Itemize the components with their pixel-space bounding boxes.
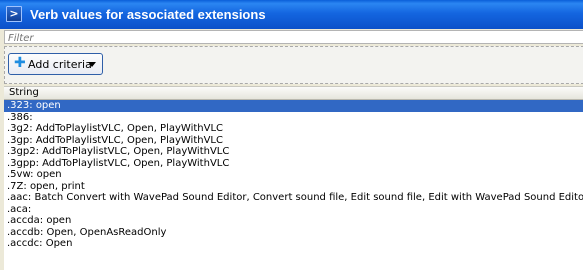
powershell-icon: > bbox=[6, 6, 22, 22]
title-bar: > Verb values for associated extensions bbox=[0, 0, 583, 29]
column-header-label: String bbox=[9, 87, 39, 98]
list-item[interactable]: .accda: open bbox=[4, 215, 583, 227]
list-item[interactable]: .accdb: Open, OpenAsReadOnly bbox=[4, 227, 583, 239]
criteria-panel: ✚ Add criteria bbox=[4, 46, 583, 84]
list-item[interactable]: .386: bbox=[4, 112, 583, 124]
list-item[interactable]: .aca: bbox=[4, 204, 583, 216]
list-item[interactable]: .5vw: open bbox=[4, 169, 583, 181]
window-title: Verb values for associated extensions bbox=[30, 7, 266, 22]
column-header-string[interactable]: String bbox=[4, 86, 583, 100]
list-item[interactable]: .accdc: Open bbox=[4, 238, 583, 250]
list-item[interactable]: .323: open bbox=[4, 100, 583, 112]
list-item[interactable]: .3g2: AddToPlaylistVLC, Open, PlayWithVL… bbox=[4, 123, 583, 135]
results-list[interactable]: .323: open .386: .3g2: AddToPlaylistVLC,… bbox=[4, 100, 583, 270]
add-criteria-button[interactable]: ✚ Add criteria bbox=[8, 53, 103, 75]
list-item[interactable]: .7Z: open, print bbox=[4, 181, 583, 193]
filter-field[interactable] bbox=[4, 30, 583, 45]
list-item[interactable]: .3gpp: AddToPlaylistVLC, Open, PlayWithV… bbox=[4, 158, 583, 170]
list-item[interactable]: .3gp2: AddToPlaylistVLC, Open, PlayWithV… bbox=[4, 146, 583, 158]
add-criteria-label: Add criteria bbox=[28, 58, 92, 71]
list-item[interactable]: .3gp: AddToPlaylistVLC, Open, PlayWithVL… bbox=[4, 135, 583, 147]
plus-icon: ✚ bbox=[14, 55, 26, 71]
filter-input[interactable] bbox=[5, 32, 583, 45]
dropdown-arrow-icon bbox=[88, 62, 96, 67]
list-item[interactable]: .aac: Batch Convert with WavePad Sound E… bbox=[4, 192, 583, 204]
